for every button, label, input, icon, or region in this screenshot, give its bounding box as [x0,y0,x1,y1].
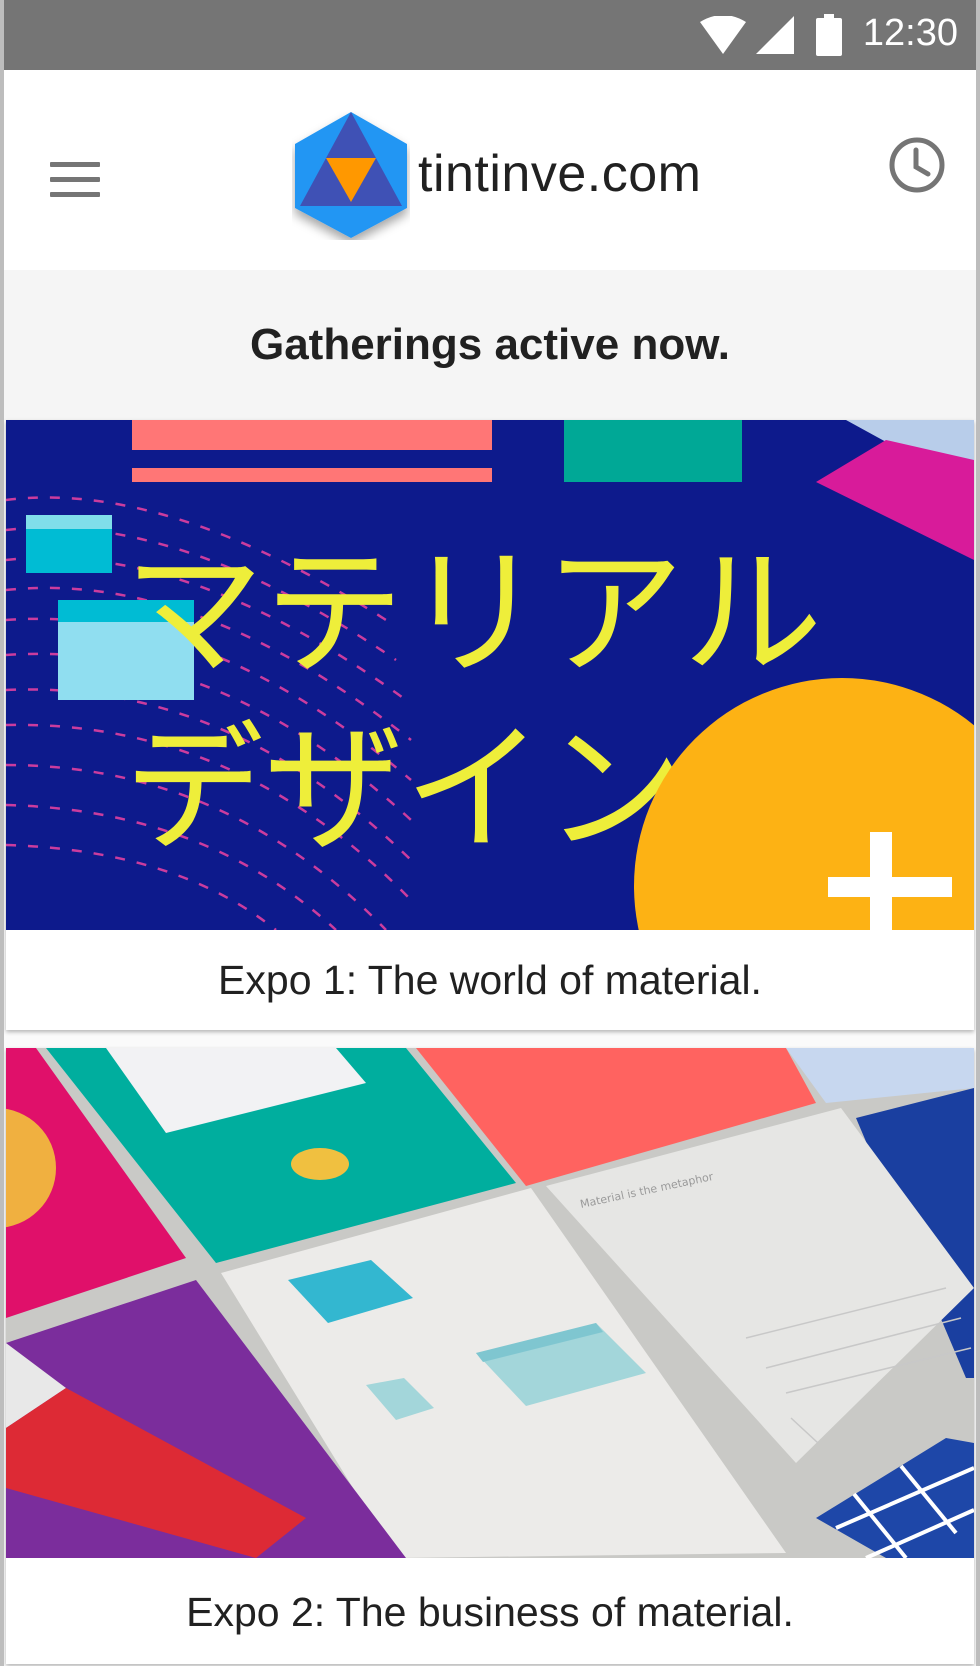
phone-screen: 12:30 tintinve.com Gatherings active now… [0,0,980,1666]
expo-card-2[interactable]: Material is the metaphor Expo 2: The bus… [6,1048,974,1664]
status-bar: 12:30 [4,0,976,70]
status-time: 12:30 [862,12,958,54]
section-header: Gatherings active now. [4,270,976,420]
signal-icon [756,16,794,54]
wifi-icon [700,16,746,54]
battery-icon [816,14,842,56]
hexagon-logo-icon [295,112,407,238]
material-design-japanese-poster-image: マテリアル デザイン [6,420,974,930]
site-name[interactable]: tintinve.com [418,144,701,204]
app-bar: tintinve.com [4,70,976,270]
svg-text:マテリアル: マテリアル [124,533,823,696]
history-clock-icon[interactable] [888,136,946,194]
card-title: Expo 2: The business of material. [186,1589,794,1635]
menu-icon[interactable] [50,162,102,198]
svg-text:デザイン: デザイン [124,709,684,872]
material-design-paper-sheets-image: Material is the metaphor [6,1048,974,1558]
expo-card-1[interactable]: マテリアル デザイン Expo 1: The world of material… [6,420,974,1030]
card-title: Expo 1: The world of material. [218,957,762,1003]
section-heading: Gatherings active now. [249,320,731,369]
